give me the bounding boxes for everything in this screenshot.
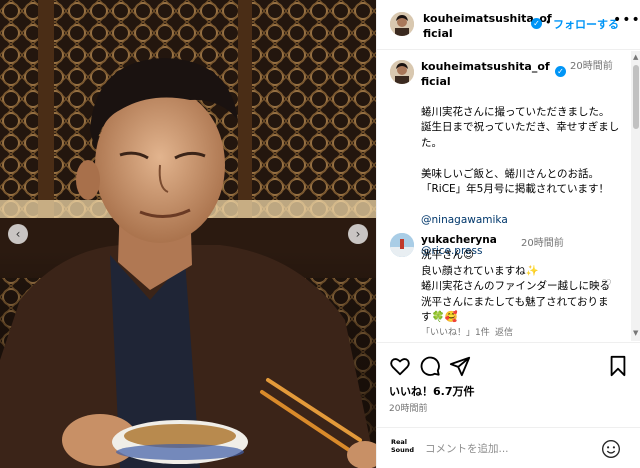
post-actions: いいね！6.7万件 20時間前 Real Sound — [377, 342, 640, 468]
comment-likes[interactable]: 「いいね！」1件 — [421, 325, 490, 338]
comment-username[interactable]: yukacheryna — [421, 234, 497, 246]
more-options-button[interactable]: ••• — [613, 12, 640, 28]
add-comment-bar: Real Sound — [377, 427, 640, 468]
scrollbar[interactable]: ▲ ▼ — [631, 51, 640, 341]
emoji-icon[interactable] — [601, 439, 621, 459]
scroll-up-icon[interactable]: ▲ — [633, 53, 638, 61]
verified-icon: ✓ — [555, 66, 566, 77]
separator-dot: • — [545, 16, 552, 29]
likes-count[interactable]: いいね！6.7万件 — [389, 383, 475, 399]
post-photo[interactable]: ‹ › — [0, 0, 376, 468]
heart-icon[interactable] — [389, 355, 411, 377]
share-icon[interactable] — [449, 355, 471, 377]
bookmark-icon[interactable] — [607, 355, 629, 377]
caption-body: 蜷川実花さんに撮っていただきました。 誕生日まで祝っていただき、幸せすぎました。… — [421, 105, 620, 196]
mention-link[interactable]: @ninagawamika — [421, 213, 627, 229]
next-image-button[interactable]: › — [348, 224, 368, 244]
comment-icon[interactable] — [419, 355, 441, 377]
post-header: kouheimatsushita_official ✓ • フォローする ••• — [377, 0, 640, 50]
comment-time[interactable]: 20時間前 — [521, 234, 564, 249]
chevron-left-icon: ‹ — [15, 227, 21, 241]
heart-icon[interactable]: ♡ — [601, 277, 612, 291]
avatar[interactable] — [390, 60, 414, 84]
post-time[interactable]: 20時間前 — [389, 401, 427, 414]
avatar[interactable] — [390, 233, 414, 257]
caption-username[interactable]: kouheimatsushita_official — [421, 59, 553, 89]
reply-button[interactable]: 返信 — [495, 325, 513, 338]
caption-time[interactable]: 20時間前 — [570, 59, 630, 74]
follow-button[interactable]: フォローする — [553, 16, 619, 32]
previous-image-button[interactable]: ‹ — [8, 224, 28, 244]
scroll-thumb[interactable] — [633, 65, 639, 129]
chevron-right-icon: › — [355, 227, 361, 241]
comment-text: 洸平さん😊 良い顔されていますね✨ 蜷川実花さんのファインダー越しに映る洸平さん… — [421, 249, 610, 323]
post-sidebar: kouheimatsushita_official ✓ • フォローする •••… — [376, 0, 640, 468]
avatar[interactable] — [390, 12, 414, 36]
verified-icon: ✓ — [531, 18, 542, 29]
photo-image — [0, 0, 376, 468]
realsound-logo: Real Sound — [391, 438, 415, 454]
comment-input[interactable] — [425, 440, 595, 458]
comments-list[interactable]: kouheimatsushita_official ✓ 20時間前 蜷川実花さん… — [377, 51, 631, 341]
scroll-down-icon[interactable]: ▼ — [633, 329, 638, 337]
